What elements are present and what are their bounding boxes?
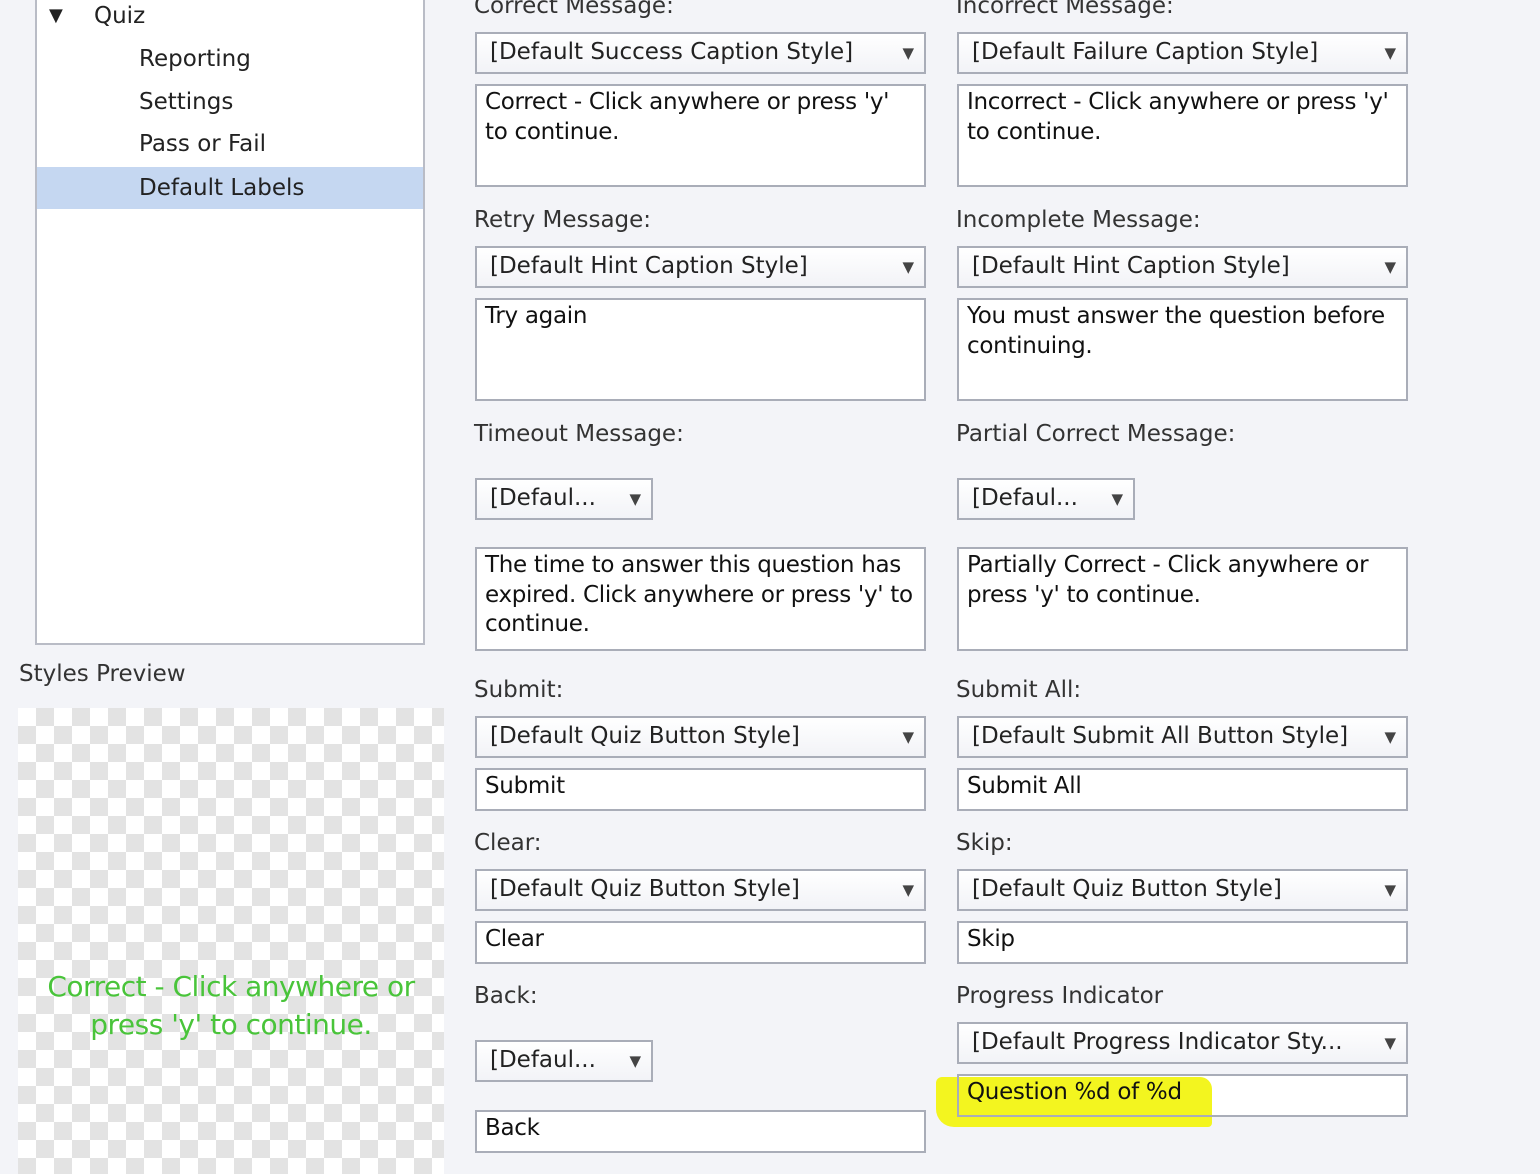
clear-style-dropdown[interactable]: [Default Quiz Button Style] ▼ (475, 869, 926, 911)
skip-label: Skip: (956, 830, 1013, 856)
tree-item-label: Settings (139, 89, 234, 115)
submit-textbox[interactable]: Submit (475, 768, 926, 811)
retry-style-dropdown[interactable]: [Default Hint Caption Style] ▼ (475, 246, 926, 288)
category-tree[interactable]: ▼ Quiz Reporting Settings Pass or Fail D… (35, 0, 425, 645)
textbox-value: Correct - Click anywhere or press 'y' to… (485, 89, 890, 145)
incorrect-style-dropdown[interactable]: [Default Failure Caption Style] ▼ (957, 32, 1408, 74)
partial-correct-style-dropdown[interactable]: [Defaul... ▼ (957, 478, 1135, 520)
dropdown-arrow-icon[interactable]: ▼ (1384, 248, 1396, 286)
correct-style-dropdown[interactable]: [Default Success Caption Style] ▼ (475, 32, 926, 74)
dropdown-value: [Defaul... (490, 485, 596, 511)
incorrect-message-label: Incorrect Message: (956, 0, 1174, 19)
dropdown-arrow-icon[interactable]: ▼ (902, 871, 914, 909)
textbox-value: Submit (485, 773, 565, 799)
textbox-value: Submit All (967, 773, 1082, 799)
dropdown-arrow-icon[interactable]: ▼ (902, 34, 914, 72)
dropdown-arrow-icon[interactable]: ▼ (1111, 480, 1123, 518)
tree-item-default-labels[interactable]: Default Labels (37, 167, 423, 209)
tree-item-label: Pass or Fail (139, 131, 267, 157)
preview-text-line: press 'y' to continue. (90, 1008, 372, 1041)
expand-triangle-icon[interactable]: ▼ (49, 0, 63, 37)
dropdown-value: [Default Hint Caption Style] (972, 253, 1290, 279)
progress-indicator-style-dropdown[interactable]: [Default Progress Indicator Sty... ▼ (957, 1022, 1408, 1064)
tree-item-label: Default Labels (139, 175, 305, 201)
submit-style-dropdown[interactable]: [Default Quiz Button Style] ▼ (475, 716, 926, 758)
incorrect-message-textbox[interactable]: Incorrect - Click anywhere or press 'y' … (957, 84, 1408, 187)
preview-text-line: Correct - Click anywhere or (47, 970, 415, 1003)
dropdown-value: [Default Quiz Button Style] (490, 876, 800, 902)
partial-correct-message-label: Partial Correct Message: (956, 421, 1236, 447)
back-style-dropdown[interactable]: [Defaul... ▼ (475, 1040, 653, 1082)
tree-item-label: Quiz (94, 3, 146, 29)
timeout-style-dropdown[interactable]: [Defaul... ▼ (475, 478, 653, 520)
clear-textbox[interactable]: Clear (475, 921, 926, 964)
textbox-value: Question %d of %d (967, 1079, 1182, 1105)
incomplete-message-textbox[interactable]: You must answer the question before cont… (957, 298, 1408, 401)
back-textbox[interactable]: Back (475, 1110, 926, 1153)
tree-item-pass-or-fail[interactable]: Pass or Fail (37, 123, 423, 165)
tree-item-label: Reporting (139, 46, 251, 72)
dropdown-value: [Default Hint Caption Style] (490, 253, 808, 279)
correct-message-textbox[interactable]: Correct - Click anywhere or press 'y' to… (475, 84, 926, 187)
dropdown-value: [Default Quiz Button Style] (972, 876, 1282, 902)
retry-message-textbox[interactable]: Try again (475, 298, 926, 401)
submit-all-style-dropdown[interactable]: [Default Submit All Button Style] ▼ (957, 716, 1408, 758)
dropdown-arrow-icon[interactable]: ▼ (1384, 1024, 1396, 1062)
submit-all-textbox[interactable]: Submit All (957, 768, 1408, 811)
timeout-message-textbox[interactable]: The time to answer this question has exp… (475, 547, 926, 651)
textbox-value: Skip (967, 926, 1015, 952)
dropdown-value: [Default Failure Caption Style] (972, 39, 1319, 65)
textbox-value: Try again (485, 303, 588, 329)
textbox-value: The time to answer this question has exp… (485, 552, 913, 637)
submit-label: Submit: (474, 677, 564, 703)
dropdown-arrow-icon[interactable]: ▼ (1384, 34, 1396, 72)
textbox-value: Back (485, 1115, 540, 1141)
retry-message-label: Retry Message: (474, 207, 652, 233)
progress-indicator-textbox[interactable]: Question %d of %d (957, 1074, 1408, 1117)
dropdown-arrow-icon[interactable]: ▼ (1384, 718, 1396, 756)
dropdown-arrow-icon[interactable]: ▼ (902, 248, 914, 286)
textbox-value: You must answer the question before cont… (967, 303, 1385, 359)
textbox-value: Incorrect - Click anywhere or press 'y' … (967, 89, 1389, 145)
tree-item-settings[interactable]: Settings (37, 81, 423, 123)
textbox-value: Clear (485, 926, 544, 952)
incomplete-style-dropdown[interactable]: [Default Hint Caption Style] ▼ (957, 246, 1408, 288)
skip-style-dropdown[interactable]: [Default Quiz Button Style] ▼ (957, 869, 1408, 911)
dropdown-arrow-icon[interactable]: ▼ (902, 718, 914, 756)
progress-indicator-label: Progress Indicator (956, 983, 1164, 1009)
styles-preview-canvas (18, 708, 444, 1174)
styles-preview-text: Correct - Click anywhere or press 'y' to… (0, 968, 462, 1044)
submit-all-label: Submit All: (956, 677, 1082, 703)
dropdown-arrow-icon[interactable]: ▼ (629, 1042, 641, 1080)
dropdown-value: [Default Success Caption Style] (490, 39, 854, 65)
timeout-message-label: Timeout Message: (474, 421, 684, 447)
dropdown-value: [Default Submit All Button Style] (972, 723, 1349, 749)
tree-item-reporting[interactable]: Reporting (37, 38, 423, 80)
clear-label: Clear: (474, 830, 542, 856)
styles-preview-label: Styles Preview (19, 661, 186, 687)
back-label: Back: (474, 983, 538, 1009)
textbox-value: Partially Correct - Click anywhere or pr… (967, 552, 1369, 608)
dropdown-arrow-icon[interactable]: ▼ (1384, 871, 1396, 909)
skip-textbox[interactable]: Skip (957, 921, 1408, 964)
dropdown-arrow-icon[interactable]: ▼ (629, 480, 641, 518)
dropdown-value: [Defaul... (972, 485, 1078, 511)
incomplete-message-label: Incomplete Message: (956, 207, 1201, 233)
partial-correct-message-textbox[interactable]: Partially Correct - Click anywhere or pr… (957, 547, 1408, 651)
correct-message-label: Correct Message: (474, 0, 674, 19)
dropdown-value: [Defaul... (490, 1047, 596, 1073)
tree-item-quiz[interactable]: ▼ Quiz (37, 0, 423, 37)
dropdown-value: [Default Quiz Button Style] (490, 723, 800, 749)
dropdown-value: [Default Progress Indicator Sty... (972, 1029, 1343, 1055)
